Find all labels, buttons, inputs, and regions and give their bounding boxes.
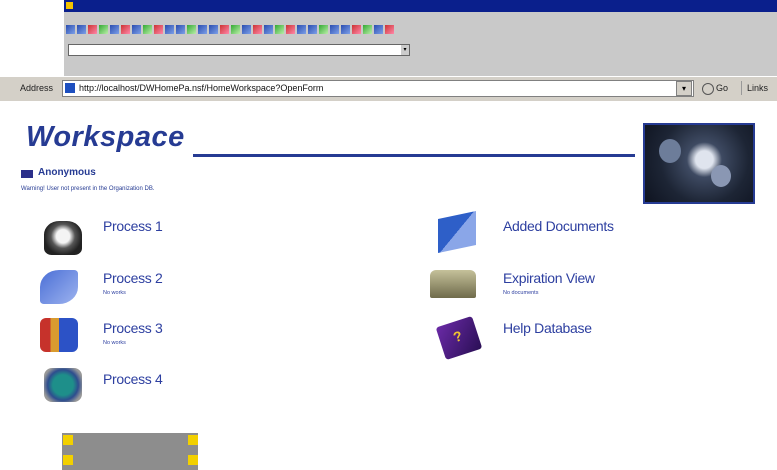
toolbar-icon[interactable] (275, 25, 284, 34)
expiration-view-link[interactable]: Expiration View (503, 270, 595, 286)
process-2-icon[interactable] (40, 270, 78, 304)
page-title: Workspace (26, 121, 185, 153)
corner-icon (188, 455, 198, 465)
toolbar-icon[interactable] (77, 25, 86, 34)
toolbar-icon[interactable] (242, 25, 251, 34)
address-label: Address (20, 83, 54, 93)
toolbar-icon[interactable] (341, 25, 350, 34)
toolbar-icon[interactable] (374, 25, 383, 34)
user-icon (21, 170, 33, 178)
process-4-icon[interactable] (44, 368, 82, 402)
process-4-link[interactable]: Process 4 (103, 371, 163, 387)
toolbar-icon[interactable] (231, 25, 240, 34)
toolbar-icon[interactable] (297, 25, 306, 34)
toolbar-icon[interactable] (110, 25, 119, 34)
process-3-icon[interactable] (40, 318, 78, 352)
window-app-icon (66, 2, 73, 9)
toolbar-icon[interactable] (385, 25, 394, 34)
toolbar-icon[interactable] (198, 25, 207, 34)
toolbar-icon[interactable] (352, 25, 361, 34)
go-label: Go (716, 83, 729, 93)
toolbar-icon[interactable] (121, 25, 130, 34)
toolbar-icon[interactable] (209, 25, 218, 34)
help-database-link[interactable]: Help Database (503, 320, 592, 336)
toolbar-icon[interactable] (66, 25, 75, 34)
process-3-status: No works (103, 340, 126, 346)
person-icon (711, 165, 731, 187)
process-2-status: No works (103, 290, 126, 296)
toolbar-icon[interactable] (187, 25, 196, 34)
toolbar-icon[interactable] (330, 25, 339, 34)
address-input[interactable]: http://localhost/DWHomePa.nsf/HomeWorksp… (62, 80, 694, 97)
address-url[interactable]: http://localhost/DWHomePa.nsf/HomeWorksp… (79, 81, 323, 96)
toolbar-icon[interactable] (286, 25, 295, 34)
corner-icon (63, 455, 73, 465)
warning-text: Warning! User not present in the Organiz… (21, 186, 155, 192)
expiration-view-status: No documents (503, 290, 539, 296)
background-window-toolbar[interactable] (66, 25, 546, 35)
toolbar-icon[interactable] (308, 25, 317, 34)
process-2-link[interactable]: Process 2 (103, 270, 163, 286)
links-button[interactable]: Links (741, 81, 768, 95)
background-name-field[interactable]: ▾ (68, 44, 410, 56)
page-icon (65, 83, 75, 93)
expiration-view-icon[interactable] (430, 270, 476, 298)
background-window-titlebar (64, 0, 777, 12)
title-underline (193, 154, 635, 157)
toolbar-icon[interactable] (143, 25, 152, 34)
toolbar-icon[interactable] (220, 25, 229, 34)
corner-icon (63, 435, 73, 445)
toolbar-icon[interactable] (264, 25, 273, 34)
person-icon (659, 139, 681, 163)
toolbar-icon[interactable] (165, 25, 174, 34)
toolbar-icon[interactable] (319, 25, 328, 34)
go-button[interactable]: Go (702, 81, 728, 95)
toolbar-icon[interactable] (154, 25, 163, 34)
toolbar-icon[interactable] (132, 25, 141, 34)
question-mark-icon: ? (451, 327, 465, 346)
toolbar-icon[interactable] (253, 25, 262, 34)
toolbar-icon[interactable] (88, 25, 97, 34)
added-documents-link[interactable]: Added Documents (503, 218, 614, 234)
toolbar-icon[interactable] (363, 25, 372, 34)
user-name: Anonymous (38, 167, 96, 178)
meeting-photo (643, 123, 755, 204)
address-dropdown-button[interactable]: ▾ (676, 81, 692, 96)
corner-icon (188, 435, 198, 445)
chevron-down-icon[interactable]: ▾ (401, 45, 409, 55)
process-1-link[interactable]: Process 1 (103, 218, 163, 234)
process-3-link[interactable]: Process 3 (103, 320, 163, 336)
go-arrow-icon (702, 82, 714, 95)
toolbar-icon[interactable] (176, 25, 185, 34)
process-1-icon[interactable] (44, 221, 82, 255)
toolbar-icon[interactable] (99, 25, 108, 34)
bottom-fragment (62, 433, 198, 470)
